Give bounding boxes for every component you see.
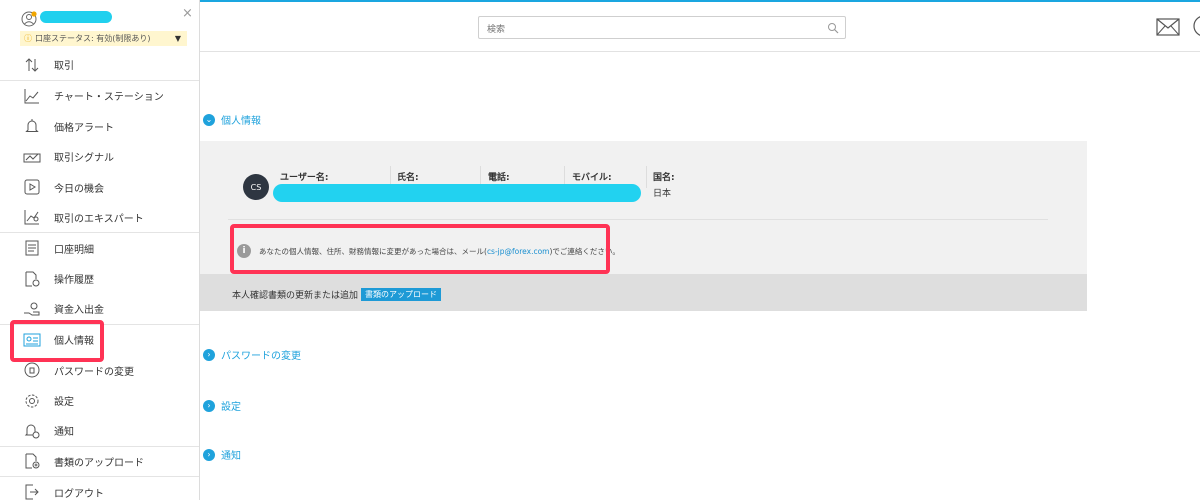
play-icon [22,177,42,197]
notification-icon [22,421,42,441]
section-notifications[interactable]: › 通知 [203,447,241,462]
top-bar [200,2,1200,52]
close-icon[interactable]: × [182,6,193,21]
logout-icon [22,482,42,500]
panel-divider [228,219,1048,220]
sidebar-item-label: 操作履歴 [54,275,94,287]
user-menu-icon[interactable] [1190,14,1200,38]
update-documents-text: 本人確認書類の更新または追加 [232,291,359,301]
sidebar-item-label: 取引 [54,61,74,73]
sidebar-item-label: チャート・ステーション [54,92,164,104]
signal-icon [22,147,42,167]
name-field: 氏名: [397,173,419,183]
gear-icon [22,391,42,411]
history-icon [22,269,42,289]
sidebar-item-label: 取引シグナル [54,153,114,165]
statement-icon [22,238,42,258]
search-input[interactable] [479,19,809,41]
section-change-password[interactable]: › パスワードの変更 [203,347,301,362]
contact-notice: あなたの個人情報、住所、財務情報に変更があった場合は、メール(cs-jp@for… [259,247,620,256]
section-settings[interactable]: › 設定 [203,398,241,413]
section-title: 設定 [221,402,241,413]
personal-info-panel: CS ユーザー名: 氏名: 電話: モバイル: 国名: 日本 i あなたの個人情… [200,141,1087,311]
chevron-down-icon: ▼ [174,34,181,43]
search-box[interactable] [478,16,846,41]
account-status-label: 口座ステータス: 有効(制限あり) [35,34,151,43]
sidebar-item-label: 口座明細 [54,244,94,256]
sidebar-item-change-password[interactable]: パスワードの変更 [0,355,199,386]
account-status-dropdown[interactable]: ⓘ 口座ステータス: 有効(制限あり) ▼ [20,31,187,46]
avatar: CS [243,174,269,200]
sidebar-item-trading-expert[interactable]: 取引のエキスパート [0,203,199,233]
username-field: ユーザー名: [280,173,329,183]
sidebar-item-today-opportunity[interactable]: 今日の機会 [0,172,199,203]
sidebar-item-label: 資金入出金 [54,305,104,317]
sidebar-item-document-upload[interactable]: 書類のアップロード [0,447,199,477]
sidebar-item-label: 今日の機会 [54,183,104,195]
expert-icon [22,207,42,227]
account-avatar-icon [21,11,37,27]
sidebar-item-trade[interactable]: 取引 [0,50,199,81]
phone-field: 電話: [488,173,510,183]
id-card-icon [22,330,42,350]
arrows-updown-icon [22,55,42,75]
sidebar-item-label: ログアウト [54,488,104,500]
sidebar-item-label: 取引のエキスパート [54,213,144,225]
profile-values-redacted [273,184,641,202]
sidebar-item-label: 個人情報 [54,336,94,348]
chevron-right-icon: › [203,348,215,361]
sidebar-item-operation-history[interactable]: 操作履歴 [0,264,199,295]
upload-documents-button[interactable]: 書類のアップロード [361,288,441,301]
info-icon: i [237,244,251,258]
section-title: パスワードの変更 [221,351,301,362]
sidebar-item-label: パスワードの変更 [54,366,134,378]
sidebar-item-label: 通知 [54,427,74,439]
warning-icon: ⓘ [24,34,32,43]
divider [646,166,647,188]
sidebar-item-funds[interactable]: 資金入出金 [0,294,199,325]
sidebar: × ⓘ 口座ステータス: 有効(制限あり) ▼ 取引 チャート・ステーション 価格… [0,0,200,500]
chevron-right-icon: › [203,399,215,412]
sidebar-item-account-statement[interactable]: 口座明細 [0,233,199,264]
sidebar-item-price-alert[interactable]: 価格アラート [0,111,199,142]
sidebar-item-label: 設定 [54,397,74,409]
account-name-redacted [40,11,112,23]
section-title: 個人情報 [221,116,261,127]
search-icon[interactable] [827,22,839,34]
sidebar-menu: 取引 チャート・ステーション 価格アラート 取引シグナル 今日の機会 取引のエキ… [0,50,199,500]
sidebar-item-notifications[interactable]: 通知 [0,416,199,447]
sidebar-item-settings[interactable]: 設定 [0,386,199,417]
section-personal-info[interactable]: ⌄ 個人情報 [203,112,261,127]
sidebar-item-logout[interactable]: ログアウト [0,477,199,500]
sidebar-item-label: 価格アラート [54,122,114,134]
country-value: 日本 [653,189,672,199]
mail-icon[interactable] [1156,18,1180,36]
support-email-link[interactable]: cs-jp@forex.com [487,247,550,256]
document-upload-icon [22,451,42,471]
mobile-field: モバイル: [572,173,612,183]
line-chart-icon [22,86,42,106]
sidebar-item-chart-station[interactable]: チャート・ステーション [0,81,199,112]
sidebar-item-personal-info[interactable]: 個人情報 [0,325,199,356]
sidebar-item-label: 書類のアップロード [54,457,144,469]
password-icon [22,360,42,380]
section-title: 通知 [221,451,241,462]
account-header: × ⓘ 口座ステータス: 有効(制限あり) ▼ [0,2,199,50]
chevron-down-icon: ⌄ [203,113,215,126]
chevron-right-icon: › [203,448,215,461]
bell-icon [22,116,42,136]
funds-icon [22,299,42,319]
country-field: 国名: 日本 [653,173,675,199]
sidebar-item-trade-signal[interactable]: 取引シグナル [0,142,199,173]
